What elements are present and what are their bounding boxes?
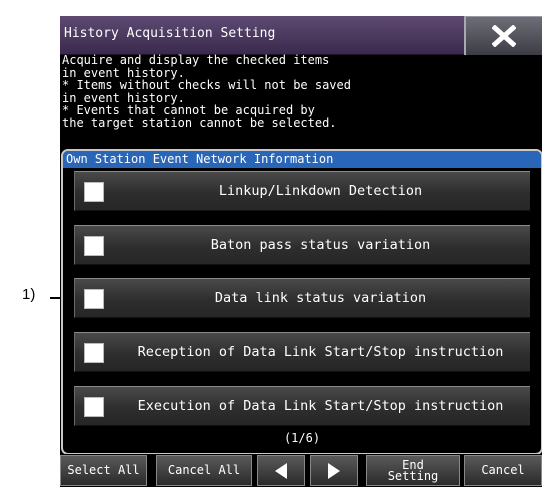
item-label: Linkup/Linkdown Detection (218, 183, 423, 199)
checkbox[interactable] (84, 397, 104, 417)
item-data-link-status-variation[interactable]: Data link status variation (74, 278, 530, 318)
item-reception-data-link-start-stop[interactable]: Reception of Data Link Start/Stop instru… (74, 332, 530, 372)
item-label: Data link status variation (214, 290, 427, 306)
cancel-all-button[interactable]: Cancel All (156, 455, 252, 486)
item-baton-pass-status-variation[interactable]: Baton pass status variation (74, 225, 530, 265)
checkbox[interactable] (84, 289, 104, 309)
history-acquisition-dialog: History Acquisition Setting Acquire and … (60, 16, 542, 487)
item-label: Reception of Data Link Start/Stop instru… (137, 344, 504, 360)
window-title: History Acquisition Setting (64, 26, 276, 41)
event-group-panel: Own Station Event Network Information Li… (61, 149, 542, 455)
group-header: Own Station Event Network Information (63, 151, 541, 168)
checkbox[interactable] (84, 182, 104, 202)
callout-label: 1) (22, 286, 36, 303)
end-setting-line2: Setting (387, 468, 439, 483)
close-icon (492, 25, 516, 47)
item-execution-data-link-start-stop[interactable]: Execution of Data Link Start/Stop instru… (74, 386, 530, 426)
title-bar: History Acquisition Setting (60, 16, 542, 55)
close-button[interactable] (464, 16, 542, 55)
cancel-button[interactable]: Cancel (464, 455, 542, 486)
checkbox[interactable] (84, 236, 104, 256)
triangle-left-icon (275, 462, 287, 479)
item-label: Baton pass status variation (210, 237, 431, 253)
select-all-button[interactable]: Select All (60, 455, 147, 486)
prev-page-button[interactable] (257, 455, 305, 486)
item-label: Execution of Data Link Start/Stop instru… (137, 398, 504, 414)
checkbox[interactable] (84, 343, 104, 363)
item-linkup-linkdown-detection[interactable]: Linkup/Linkdown Detection (74, 171, 530, 211)
bottom-toolbar: Select All Cancel All End Setting Cancel (60, 454, 542, 487)
next-page-button[interactable] (310, 455, 358, 486)
triangle-right-icon (328, 462, 340, 479)
end-setting-button[interactable]: End Setting (366, 455, 460, 486)
description-text: Acquire and display the checked items in… (62, 54, 351, 130)
page-indicator: (1/6) (283, 431, 321, 445)
